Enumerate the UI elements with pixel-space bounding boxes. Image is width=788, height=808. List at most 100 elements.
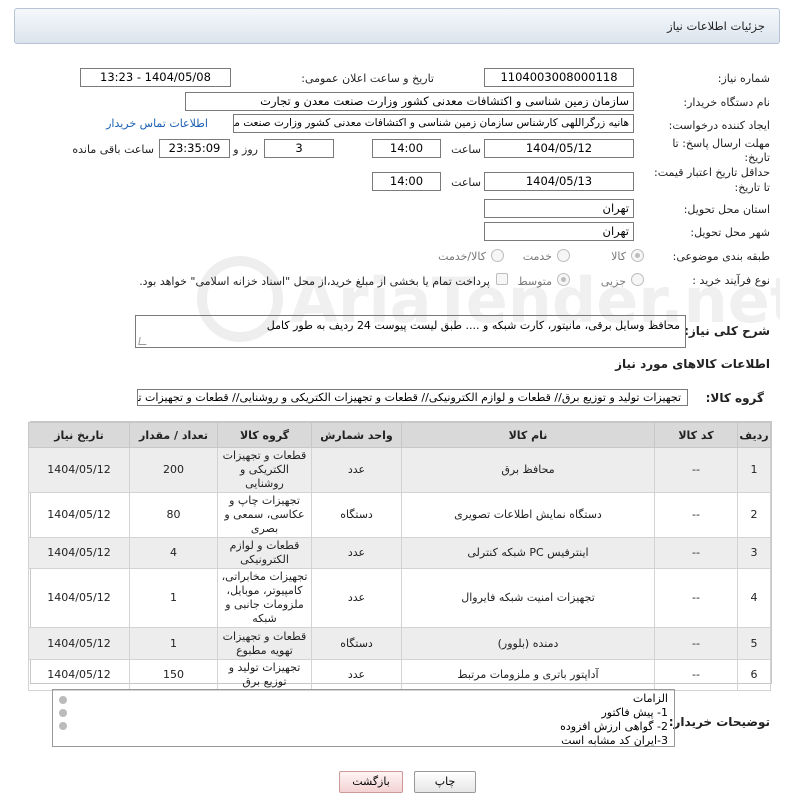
notes-line: 1- پیش فاکتور [601,706,668,719]
treasury-payment-checkbox[interactable] [496,273,508,285]
page-title: جزئیات اطلاعات نیاز [667,19,765,33]
col-header-code: کد کالا [654,422,738,448]
validity-label: حداقل تاریخ اعتبار قیمت: [654,166,770,179]
cell-unit: عدد [311,568,402,628]
process-radio-minor[interactable] [631,273,644,286]
province-field: تهران [484,199,634,218]
page-header: جزئیات اطلاعات نیاز [14,8,780,44]
cell-date: 1404/05/12 [28,492,130,538]
category-option-service: خدمت [522,250,552,263]
days-remaining-field: 3 [264,139,334,158]
cell-qty: 150 [129,659,218,691]
cell-qty: 80 [129,492,218,538]
resize-handle-icon[interactable] [138,337,148,345]
cell-date: 1404/05/12 [28,659,130,691]
back-button[interactable]: بازگشت [339,771,403,793]
col-header-date: تاریخ نیاز [28,422,130,448]
cell-date: 1404/05/12 [28,627,130,660]
category-radio-goods[interactable] [631,249,644,262]
table-row: 1 -- محافظ برق عدد قطعات و تجهیزات الکتر… [28,447,771,493]
cell-group: قطعات و تجهیزات تهویه مطبوع [217,627,312,660]
validity-time-label: ساعت [451,176,481,189]
notes-line: 3-ایران کد مشابه است [561,734,668,747]
validity-time-field: 14:00 [372,172,441,191]
reply-time-label: ساعت [451,143,481,156]
cell-code: -- [654,537,738,569]
cell-index: 1 [737,447,771,493]
treasury-payment-note: پرداخت تمام یا بخشی از مبلغ خرید،از محل … [139,275,490,288]
cell-unit: عدد [311,659,402,691]
cell-group: قطعات و لوازم الکترونیکی [217,537,312,569]
table-row: 3 -- اینترفیس PC شبکه کنترلی عدد قطعات و… [28,537,771,569]
goods-group-label: گروه کالا: [705,391,764,405]
cell-code: -- [654,627,738,660]
buyer-notes-box[interactable]: الزامات 1- پیش فاکتور 2- گواهی ارزش افزو… [52,689,675,747]
validity-date-field: 1404/05/13 [484,172,634,191]
cell-index: 3 [737,537,771,569]
cell-group: تجهیزات چاپ و عکاسی، سمعی و بصری [217,492,312,538]
print-button[interactable]: چاپ [414,771,476,793]
cell-code: -- [654,659,738,691]
description-text: محافظ وسایل برقی، مانیتور، کارت شبکه و .… [266,319,680,332]
cell-name: تجهیزات امنیت شبکه فایروال [401,568,655,628]
col-header-unit: واحد شمارش [311,422,402,448]
cell-unit: دستگاه [311,627,402,660]
cell-group: تجهیزات مخابراتی، کامپیوتر، موبایل، ملزو… [217,568,312,628]
goods-table: ردیف کد کالا نام کالا واحد شمارش گروه کا… [28,421,772,691]
buyer-notes-label: توضیحات خریدار: [668,715,770,729]
col-header-group: گروه کالا [217,422,312,448]
cell-name: دستگاه نمایش اطلاعات تصویری [401,492,655,538]
cell-date: 1404/05/12 [28,568,130,628]
goods-section-title: اطلاعات کالاهای مورد نیاز [615,357,770,371]
time-remaining-field: 23:35:09 [159,139,230,158]
reply-deadline-label: مهلت ارسال پاسخ: تا [672,137,770,150]
cell-name: اینترفیس PC شبکه کنترلی [401,537,655,569]
col-header-qty: تعداد / مقدار [129,422,218,448]
table-row: 4 -- تجهیزات امنیت شبکه فایروال عدد تجهی… [28,568,771,628]
buyer-label: نام دستگاه خریدار: [683,96,770,109]
days-label: روز و [233,143,258,156]
cell-name: دمنده (بلوور) [401,627,655,660]
creator-label: ایجاد کننده درخواست: [668,119,770,132]
process-radio-medium[interactable] [557,273,570,286]
announce-date-label: تاریخ و ساعت اعلان عمومی: [301,72,434,85]
cell-code: -- [654,492,738,538]
category-radio-service[interactable] [557,249,570,262]
cell-code: -- [654,568,738,628]
buyer-contact-link[interactable]: اطلاعات تماس خریدار [106,117,208,130]
need-number-label: شماره نیاز: [717,72,770,85]
category-option-goods: کالا [611,250,626,263]
reply-deadline-label-2: تاریخ: [744,151,770,164]
cell-index: 2 [737,492,771,538]
description-box[interactable]: محافظ وسایل برقی، مانیتور، کارت شبکه و .… [135,315,686,348]
table-row: 2 -- دستگاه نمایش اطلاعات تصویری دستگاه … [28,492,771,538]
cell-index: 5 [737,627,771,660]
process-option-medium: متوسط [517,275,552,288]
cell-qty: 1 [129,568,218,628]
city-label: شهر محل تحویل: [690,226,770,239]
reply-time-field: 14:00 [372,139,441,158]
reply-date-field: 1404/05/12 [484,139,634,158]
city-field: تهران [484,222,634,241]
category-radio-both[interactable] [491,249,504,262]
cell-unit: عدد [311,537,402,569]
goods-group-field: تجهیزات تولید و توزیع برق// قطعات و لواز… [137,389,688,406]
buyer-field: سازمان زمین شناسی و اکتشافات معدنی کشور … [185,92,634,111]
validity-label-2: تا تاریخ: [734,181,770,194]
process-option-minor: جزیی [600,275,626,288]
cell-index: 4 [737,568,771,628]
col-header-name: نام کالا [401,422,655,448]
cell-group: قطعات و تجهیزات الکتریکی و روشنایی [217,447,312,493]
cell-unit: دستگاه [311,492,402,538]
category-option-both: کالا/خدمت [438,250,486,263]
cell-qty: 4 [129,537,218,569]
notes-scrollbar[interactable] [57,696,67,735]
cell-group: تجهیزات تولید و توزیع برق [217,659,312,691]
table-row: 6 -- آداپتور باتری و ملزومات مرتبط عدد ت… [28,659,771,691]
notes-line: الزامات [632,692,668,705]
province-label: استان محل تحویل: [683,203,770,216]
cell-qty: 200 [129,447,218,493]
cell-date: 1404/05/12 [28,537,130,569]
cell-code: -- [654,447,738,493]
announce-date-field: 1404/05/08 - 13:23 [80,68,231,87]
